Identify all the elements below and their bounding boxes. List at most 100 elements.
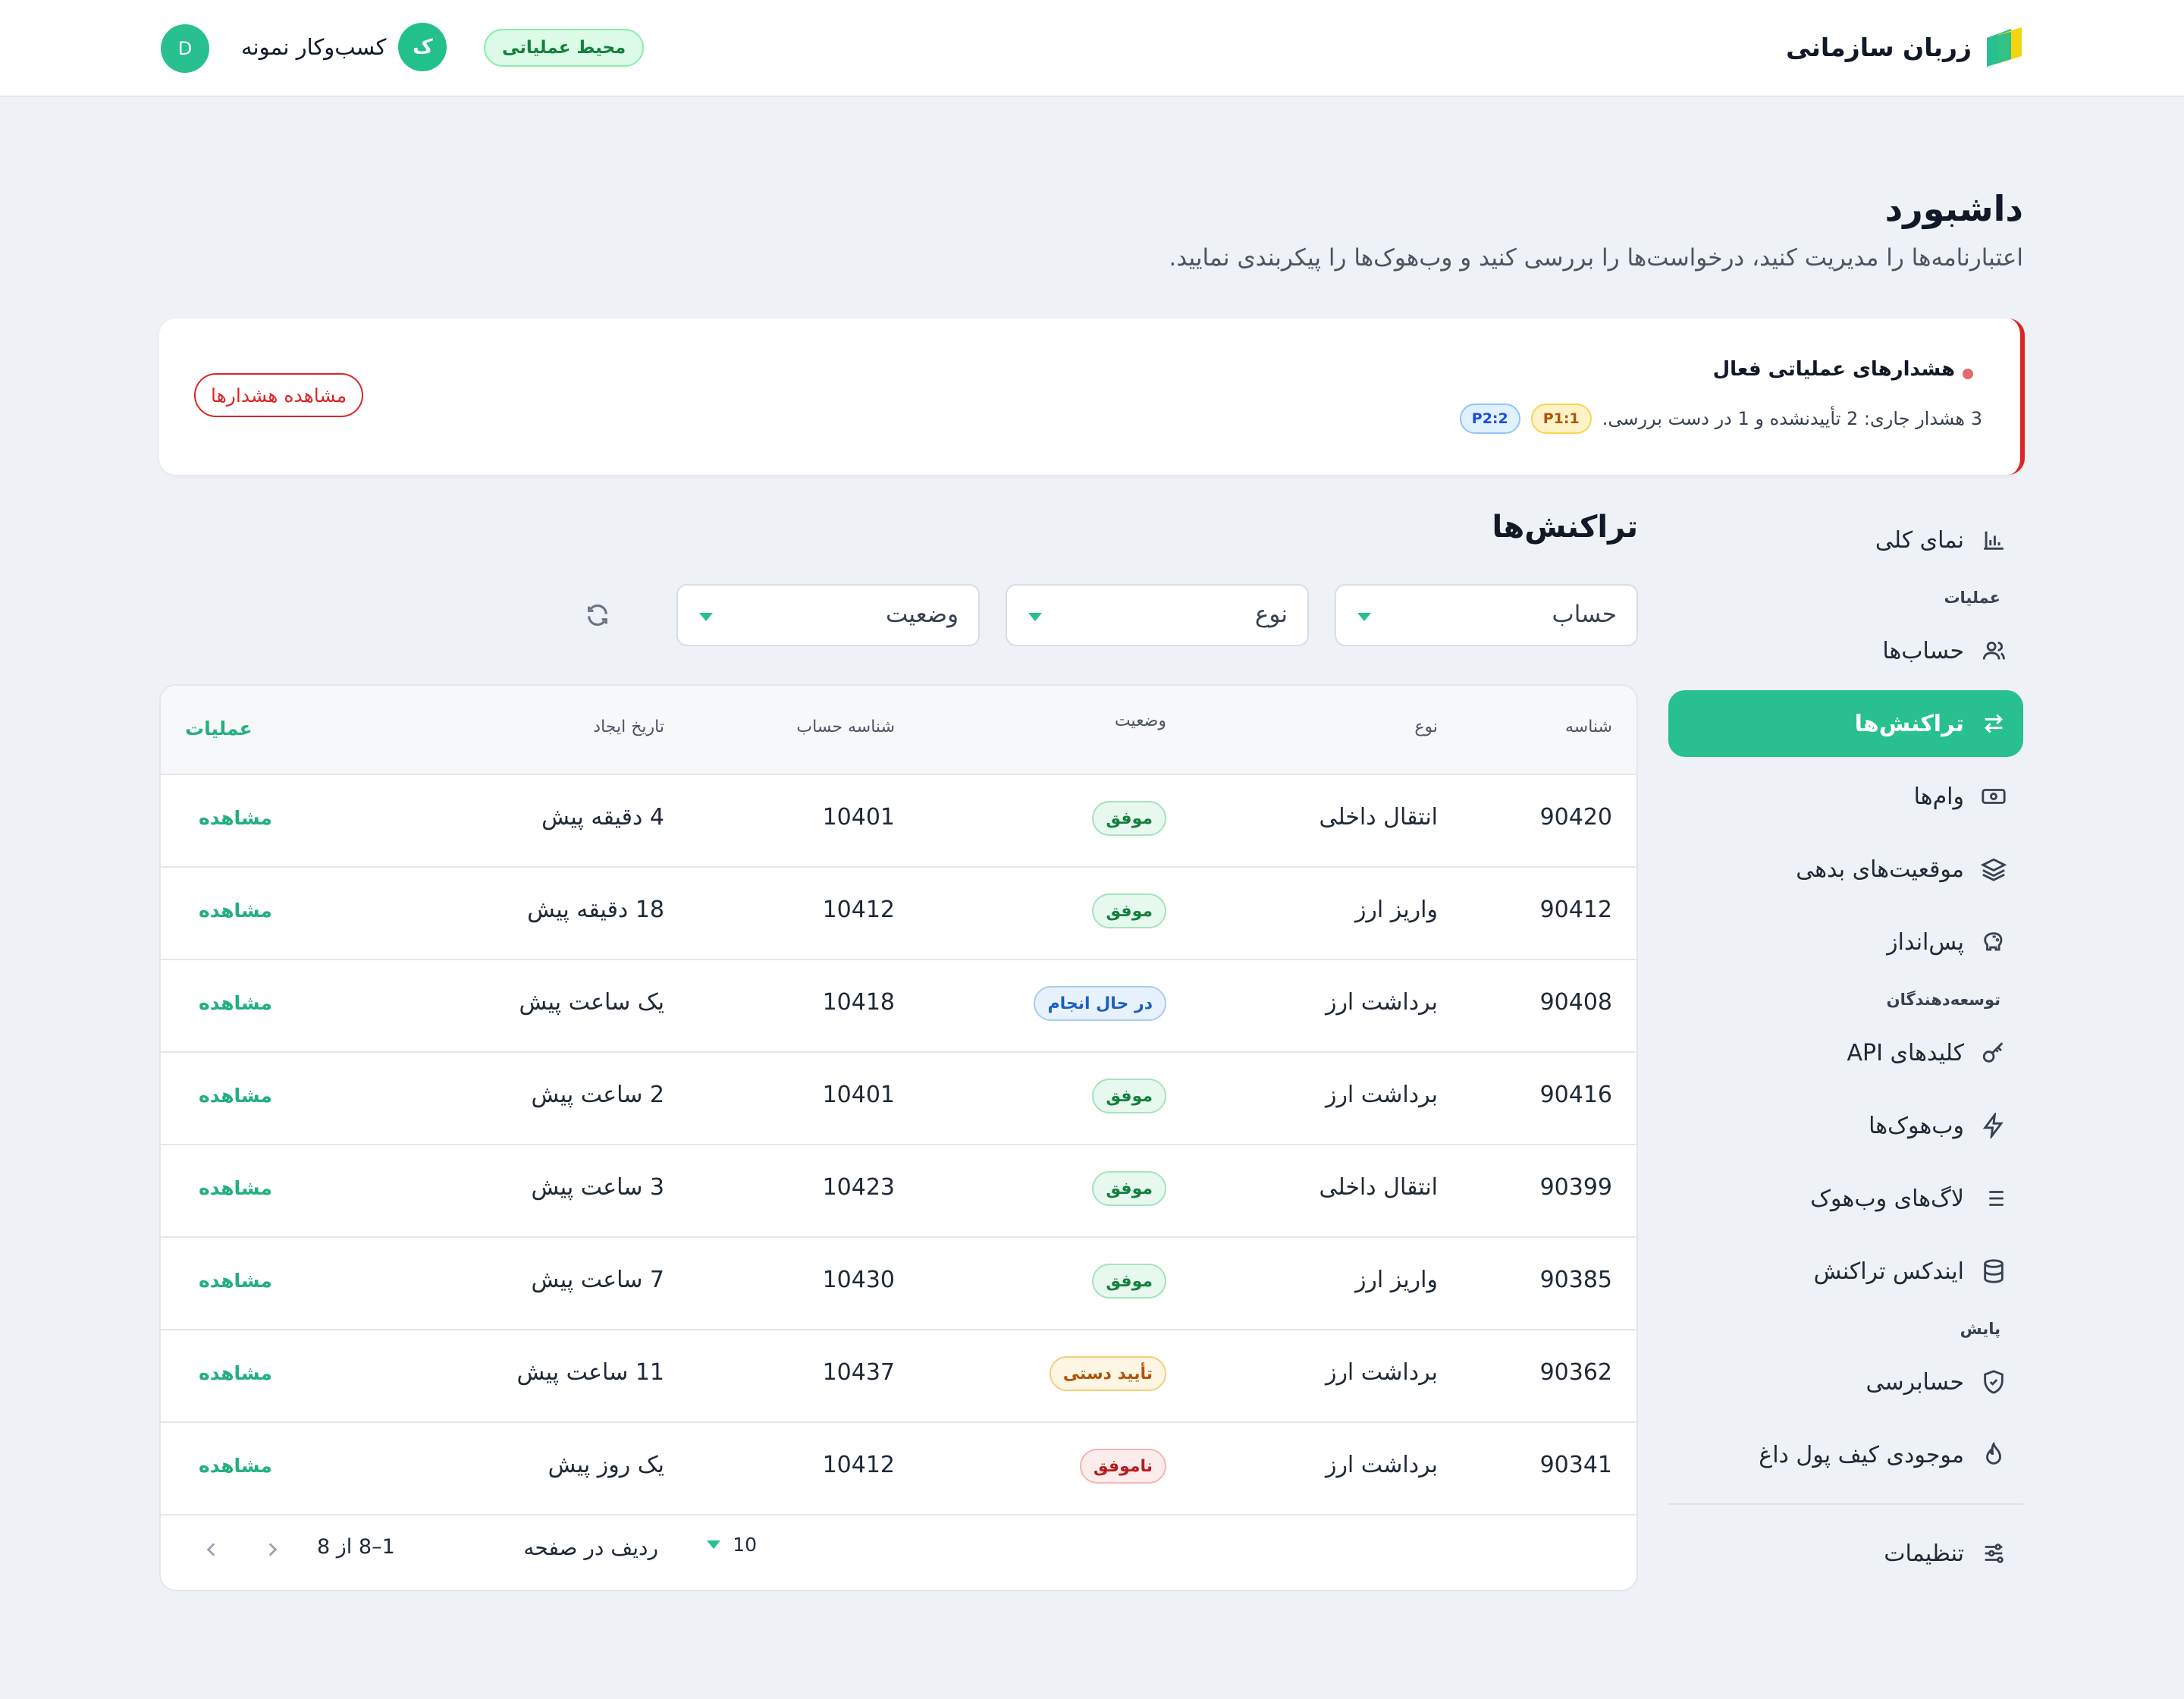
- bar-chart-icon: [1984, 531, 2004, 550]
- view-button[interactable]: مشاهده: [199, 1455, 272, 1477]
- sidebar-item-overview[interactable]: نمای کلی: [1668, 507, 2023, 573]
- chevron-right-icon: [268, 1543, 278, 1556]
- view-button[interactable]: مشاهده: [199, 992, 272, 1014]
- sidebar-item-webhook-logs[interactable]: لاگ‌های وب‌هوک: [1668, 1165, 2023, 1232]
- sidebar-item-webhooks[interactable]: وب‌هوک‌ها: [1668, 1092, 2023, 1159]
- cell-account-id: 10412: [822, 897, 895, 923]
- type-filter-select[interactable]: نوع: [1006, 584, 1309, 646]
- status-filter-select[interactable]: وضعیت: [676, 584, 980, 646]
- pagination-range: 1–8 از 8: [317, 1535, 395, 1559]
- business-switcher[interactable]: ک کسب‌وکار نمونه: [241, 23, 447, 71]
- sidebar-item-audit[interactable]: حسابرسی: [1668, 1349, 2023, 1415]
- view-button[interactable]: مشاهده: [199, 1362, 272, 1384]
- flame-icon: [1986, 1442, 2001, 1465]
- table-row[interactable]: 90416 برداشت ارز 10401 2 ساعت پیش مشاهده موفق: [161, 1053, 1636, 1145]
- cell-created: 3 ساعت پیش: [531, 1174, 664, 1201]
- page-title: داشبورد: [1884, 188, 2023, 229]
- cell-status: در حال انجام: [1034, 986, 1166, 1021]
- cell-account-id: 10412: [822, 1452, 895, 1478]
- cell-status: تأیید دستی: [1049, 1356, 1166, 1391]
- user-avatar[interactable]: D: [161, 24, 209, 73]
- sidebar-item-label: کلیدهای API: [1847, 1039, 1964, 1066]
- view-button[interactable]: مشاهده: [199, 900, 272, 922]
- next-page-button[interactable]: [255, 1532, 290, 1567]
- view-alerts-button[interactable]: مشاهده هشدارها: [194, 373, 364, 417]
- cell-type: برداشت ارز: [1325, 1359, 1438, 1386]
- sidebar-item-debt-positions[interactable]: موقعیت‌های بدهی: [1668, 836, 2023, 903]
- sidebar-section-developers: توسعه‌دهندگان: [1886, 991, 2000, 1009]
- table-row[interactable]: 90408 برداشت ارز 10418 یک ساعت پیش مشاهده در …: [161, 960, 1636, 1053]
- cell-created: 7 ساعت پیش: [531, 1267, 664, 1293]
- sidebar-item-transaction-index[interactable]: ایندکس تراکنش: [1668, 1238, 2023, 1305]
- status-badge: ناموفق: [1079, 1449, 1166, 1484]
- table-row[interactable]: 90385 واریز ارز 10430 7 ساعت پیش مشاهده موفق: [161, 1238, 1636, 1330]
- sidebar-item-api-keys[interactable]: کلیدهای API: [1668, 1019, 2023, 1086]
- sidebar-item-label: موقعیت‌های بدهی: [1796, 856, 1964, 883]
- sidebar-item-transactions[interactable]: تراکنش‌ها: [1668, 690, 2023, 757]
- cell-status: ناموفق: [1079, 1449, 1166, 1484]
- sidebar-section-monitoring: پایش: [1960, 1320, 2000, 1338]
- view-button[interactable]: مشاهده: [199, 1177, 272, 1199]
- table-header: شناسه نوع وضعیت شناسه حساب تاریخ ایجاد ع…: [161, 686, 1636, 775]
- arrows-swap-icon: [1985, 714, 2003, 733]
- p2-badge: P2:2: [1459, 404, 1520, 434]
- cell-created: 11 ساعت پیش: [516, 1359, 664, 1386]
- cell-id: 90408: [1539, 989, 1612, 1016]
- select-label: وضعیت: [885, 601, 959, 628]
- p1-badge: P1:1: [1530, 404, 1592, 434]
- cell-account-id: 10418: [822, 989, 895, 1016]
- column-header-id[interactable]: شناسه: [1565, 718, 1612, 736]
- refresh-button[interactable]: [575, 592, 620, 638]
- view-button[interactable]: مشاهده: [199, 1085, 272, 1107]
- column-header-type[interactable]: نوع: [1414, 718, 1438, 736]
- column-header-actions: عملیات: [185, 718, 253, 740]
- status-badge: موفق: [1092, 1079, 1166, 1113]
- sidebar-item-savings[interactable]: پس‌انداز: [1668, 909, 2023, 975]
- section-title: تراکنش‌ها: [1492, 510, 1639, 545]
- rows-per-page-select[interactable]: 10: [707, 1534, 757, 1556]
- piggy-bank-icon: [1984, 932, 2003, 951]
- chevron-down-icon: [707, 1540, 721, 1549]
- account-filter-select[interactable]: حساب: [1335, 584, 1638, 646]
- sidebar-item-hot-wallet[interactable]: موجودی کیف پول داغ: [1668, 1421, 2023, 1488]
- table-row[interactable]: 90362 برداشت ارز 10437 11 ساعت پیش مشاهده تأی…: [161, 1330, 1636, 1423]
- alert-description: 3 هشدار جاری: 2 تأییدنشده و 1 در دست برر…: [1459, 404, 1982, 434]
- rows-per-page-label: ردیف در صفحه: [523, 1535, 658, 1560]
- sidebar-divider: [1668, 1503, 2023, 1505]
- table-row[interactable]: 90399 انتقال داخلی 10423 3 ساعت پیش مشاهده مو…: [161, 1145, 1636, 1238]
- status-badge: تأیید دستی: [1049, 1356, 1166, 1391]
- select-label: نوع: [1254, 601, 1288, 628]
- sidebar-item-accounts[interactable]: حساب‌ها: [1668, 617, 2023, 684]
- cell-id: 90399: [1539, 1174, 1612, 1201]
- column-header-created[interactable]: تاریخ ایجاد: [593, 718, 664, 736]
- column-header-status[interactable]: وضعیت: [1115, 711, 1166, 730]
- cell-status: موفق: [1092, 801, 1166, 836]
- column-header-account-id[interactable]: شناسه حساب: [796, 718, 895, 736]
- active-alerts-card: هشدارهای عملیاتی فعال 3 هشدار جاری: 2 تأ…: [159, 319, 2025, 475]
- list-icon: [1984, 1191, 2004, 1206]
- status-badge: موفق: [1092, 1264, 1166, 1299]
- filter-bar: حساب نوع وضعیت: [575, 584, 1638, 646]
- sidebar-item-label: ایندکس تراکنش: [1813, 1258, 1964, 1285]
- sidebar-item-label: تراکنش‌ها: [1854, 710, 1964, 737]
- cell-id: 90420: [1539, 804, 1612, 831]
- table-row[interactable]: 90412 واریز ارز 10412 18 دقیقه پیش مشاهده موف…: [161, 868, 1636, 960]
- select-label: حساب: [1552, 601, 1617, 628]
- layers-icon: [1981, 858, 2007, 881]
- table-row[interactable]: 90341 برداشت ارز 10412 یک روز پیش مشاهده نامو…: [161, 1423, 1636, 1515]
- status-badge: موفق: [1092, 1171, 1166, 1206]
- cell-id: 90341: [1539, 1452, 1612, 1478]
- sidebar-item-settings[interactable]: تنظیمات: [1668, 1520, 2023, 1587]
- cell-type: برداشت ارز: [1325, 1452, 1438, 1478]
- brand[interactable]: زربان سازمانی: [1786, 26, 2023, 68]
- cell-created: یک ساعت پیش: [519, 989, 664, 1016]
- chevron-down-icon: [1357, 613, 1371, 621]
- table-row[interactable]: 90420 انتقال داخلی 10401 4 دقیقه پیش مشاهده م…: [161, 775, 1636, 868]
- view-button[interactable]: مشاهده: [199, 1270, 272, 1292]
- alert-dot-icon: [1963, 369, 1973, 379]
- cell-type: برداشت ارز: [1325, 989, 1438, 1016]
- sidebar-item-label: موجودی کیف پول داغ: [1759, 1441, 1964, 1468]
- view-button[interactable]: مشاهده: [199, 807, 272, 829]
- previous-page-button[interactable]: [194, 1532, 229, 1567]
- sidebar-item-loans[interactable]: وام‌ها: [1668, 763, 2023, 830]
